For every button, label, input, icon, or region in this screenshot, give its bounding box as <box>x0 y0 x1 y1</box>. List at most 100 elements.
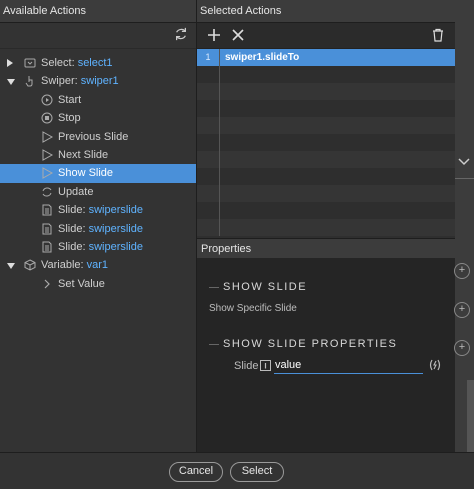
add-circle-icon[interactable]: + <box>454 340 470 356</box>
tree-item-type: Previous Slide <box>58 130 129 143</box>
tree-item-label: Swiper: swiper1 <box>41 72 119 90</box>
row-action-text: swiper1.slideTo <box>225 52 300 63</box>
section-divider <box>209 287 219 288</box>
refresh-icon[interactable] <box>174 27 188 41</box>
tree-item-label: Next Slide <box>58 146 108 164</box>
document-icon <box>42 204 52 216</box>
selected-actions-list: 1 swiper1.slideTo <box>197 49 455 239</box>
empty-row <box>197 185 455 202</box>
tree-item-type: Set Value <box>58 277 105 290</box>
document-icon <box>42 241 52 253</box>
empty-row <box>197 100 455 117</box>
tree-item[interactable]: Start <box>0 91 196 109</box>
info-icon[interactable] <box>260 360 271 371</box>
slide-value-input[interactable]: value <box>274 358 423 374</box>
expand-arrow-icon[interactable] <box>7 79 15 86</box>
row-number: 1 <box>197 49 220 66</box>
tree-item[interactable]: Show Slide <box>0 164 196 183</box>
available-actions-toolbar <box>0 23 196 49</box>
tree-item[interactable]: Set Value <box>0 275 196 293</box>
section-title-properties: SHOW SLIDE PROPERTIES <box>223 338 398 350</box>
tree-item-type: Variable: <box>41 259 87 272</box>
available-actions-header: Available Actions <box>0 0 196 23</box>
tree-item[interactable]: Update <box>0 183 196 201</box>
tree-item-target: swiperslide <box>88 240 143 253</box>
tree-item-label: Select: select1 <box>41 54 113 72</box>
tree-item-target: select1 <box>77 57 113 69</box>
tree-item-type: Stop <box>58 112 81 125</box>
tree-item[interactable]: Slide: swiperslide <box>0 201 196 219</box>
add-circle-icon[interactable]: + <box>454 302 470 318</box>
empty-row <box>197 134 455 151</box>
triangle-play-icon <box>42 167 53 180</box>
dialog-footer: Cancel Select <box>0 452 474 489</box>
row-number <box>197 168 220 185</box>
tree-item-type: Show Slide <box>58 167 114 180</box>
tree-item[interactable]: Variable: var1 <box>0 256 196 274</box>
edge-divider <box>455 178 474 179</box>
tree-item[interactable]: Next Slide <box>0 146 196 164</box>
selected-actions-toolbar <box>197 23 455 49</box>
tree-item-label: Show Slide <box>58 164 113 182</box>
row-number <box>197 185 220 202</box>
tree-item-label: Slide: swiperslide <box>58 238 143 256</box>
row-number <box>197 219 220 236</box>
tree-item-type: Slide: <box>58 240 89 253</box>
select-button[interactable]: Select <box>230 462 284 482</box>
dynamic-value-icon[interactable] <box>428 358 442 372</box>
select-icon <box>24 58 36 68</box>
tree-item-target: swiperslide <box>88 222 143 235</box>
available-actions-panel: Available Actions Select: select1 Swiper:… <box>0 0 197 452</box>
scrollbar-thumb[interactable] <box>467 380 474 452</box>
empty-row <box>197 66 455 83</box>
tree-item-type: Start <box>58 93 82 106</box>
cancel-button[interactable]: Cancel <box>169 462 223 482</box>
tree-item[interactable]: Slide: swiperslide <box>0 220 196 238</box>
tree-item[interactable]: Slide: swiperslide <box>0 238 196 256</box>
tree-item-target: var1 <box>86 259 109 272</box>
empty-row <box>197 117 455 134</box>
actions-tree: Select: select1 Swiper: swiper1 Start Stop P… <box>0 54 196 293</box>
add-circle-icon[interactable]: + <box>454 263 470 279</box>
properties-header: Properties <box>197 238 455 258</box>
tree-item-type: Next Slide <box>58 148 109 161</box>
tree-item-target: swiper1 <box>80 75 119 88</box>
chevron-right-icon <box>44 279 50 289</box>
tree-item-type: Swiper: <box>41 75 81 88</box>
tree-item-type: Slide: <box>58 204 89 217</box>
selected-action-row[interactable]: 1 swiper1.slideTo <box>197 49 455 66</box>
tree-item[interactable]: Previous Slide <box>0 128 196 146</box>
selected-actions-header: Selected Actions <box>197 0 455 23</box>
section-subtitle: Show Specific Slide <box>209 303 297 314</box>
trash-icon[interactable] <box>431 28 445 42</box>
selected-actions-panel: Selected Actions 1 swiper1.slideTo Proper… <box>197 0 455 452</box>
empty-row <box>197 219 455 236</box>
tree-item-label: Slide: swiperslide <box>58 201 143 219</box>
tree-item-label: Previous Slide <box>58 128 128 146</box>
plus-icon[interactable] <box>207 28 221 42</box>
row-number <box>197 83 220 100</box>
collapse-arrow-icon[interactable] <box>7 59 13 67</box>
close-icon[interactable] <box>231 28 245 42</box>
empty-row <box>197 202 455 219</box>
play-circle-icon <box>41 94 53 106</box>
tree-item-label: Start <box>58 91 81 109</box>
tree-item-type: Update <box>58 185 94 198</box>
tree-item-label: Update <box>58 183 93 201</box>
row-number <box>197 100 220 117</box>
row-number <box>197 151 220 168</box>
tree-item-label: Set Value <box>58 275 105 293</box>
tree-item[interactable]: Stop <box>0 109 196 127</box>
chevron-down-icon[interactable] <box>458 158 470 166</box>
tree-item-label: Variable: var1 <box>41 256 108 274</box>
triangle-play-icon <box>42 130 53 143</box>
empty-row <box>197 168 455 185</box>
stop-circle-icon <box>41 112 53 124</box>
tree-item[interactable]: Select: select1 <box>0 54 196 72</box>
cube-icon <box>24 259 36 271</box>
tree-item[interactable]: Swiper: swiper1 <box>0 72 196 90</box>
tree-item-label: Slide: swiperslide <box>58 220 143 238</box>
expand-arrow-icon[interactable] <box>7 263 15 270</box>
triangle-play-icon <box>42 149 53 161</box>
row-number <box>197 117 220 134</box>
